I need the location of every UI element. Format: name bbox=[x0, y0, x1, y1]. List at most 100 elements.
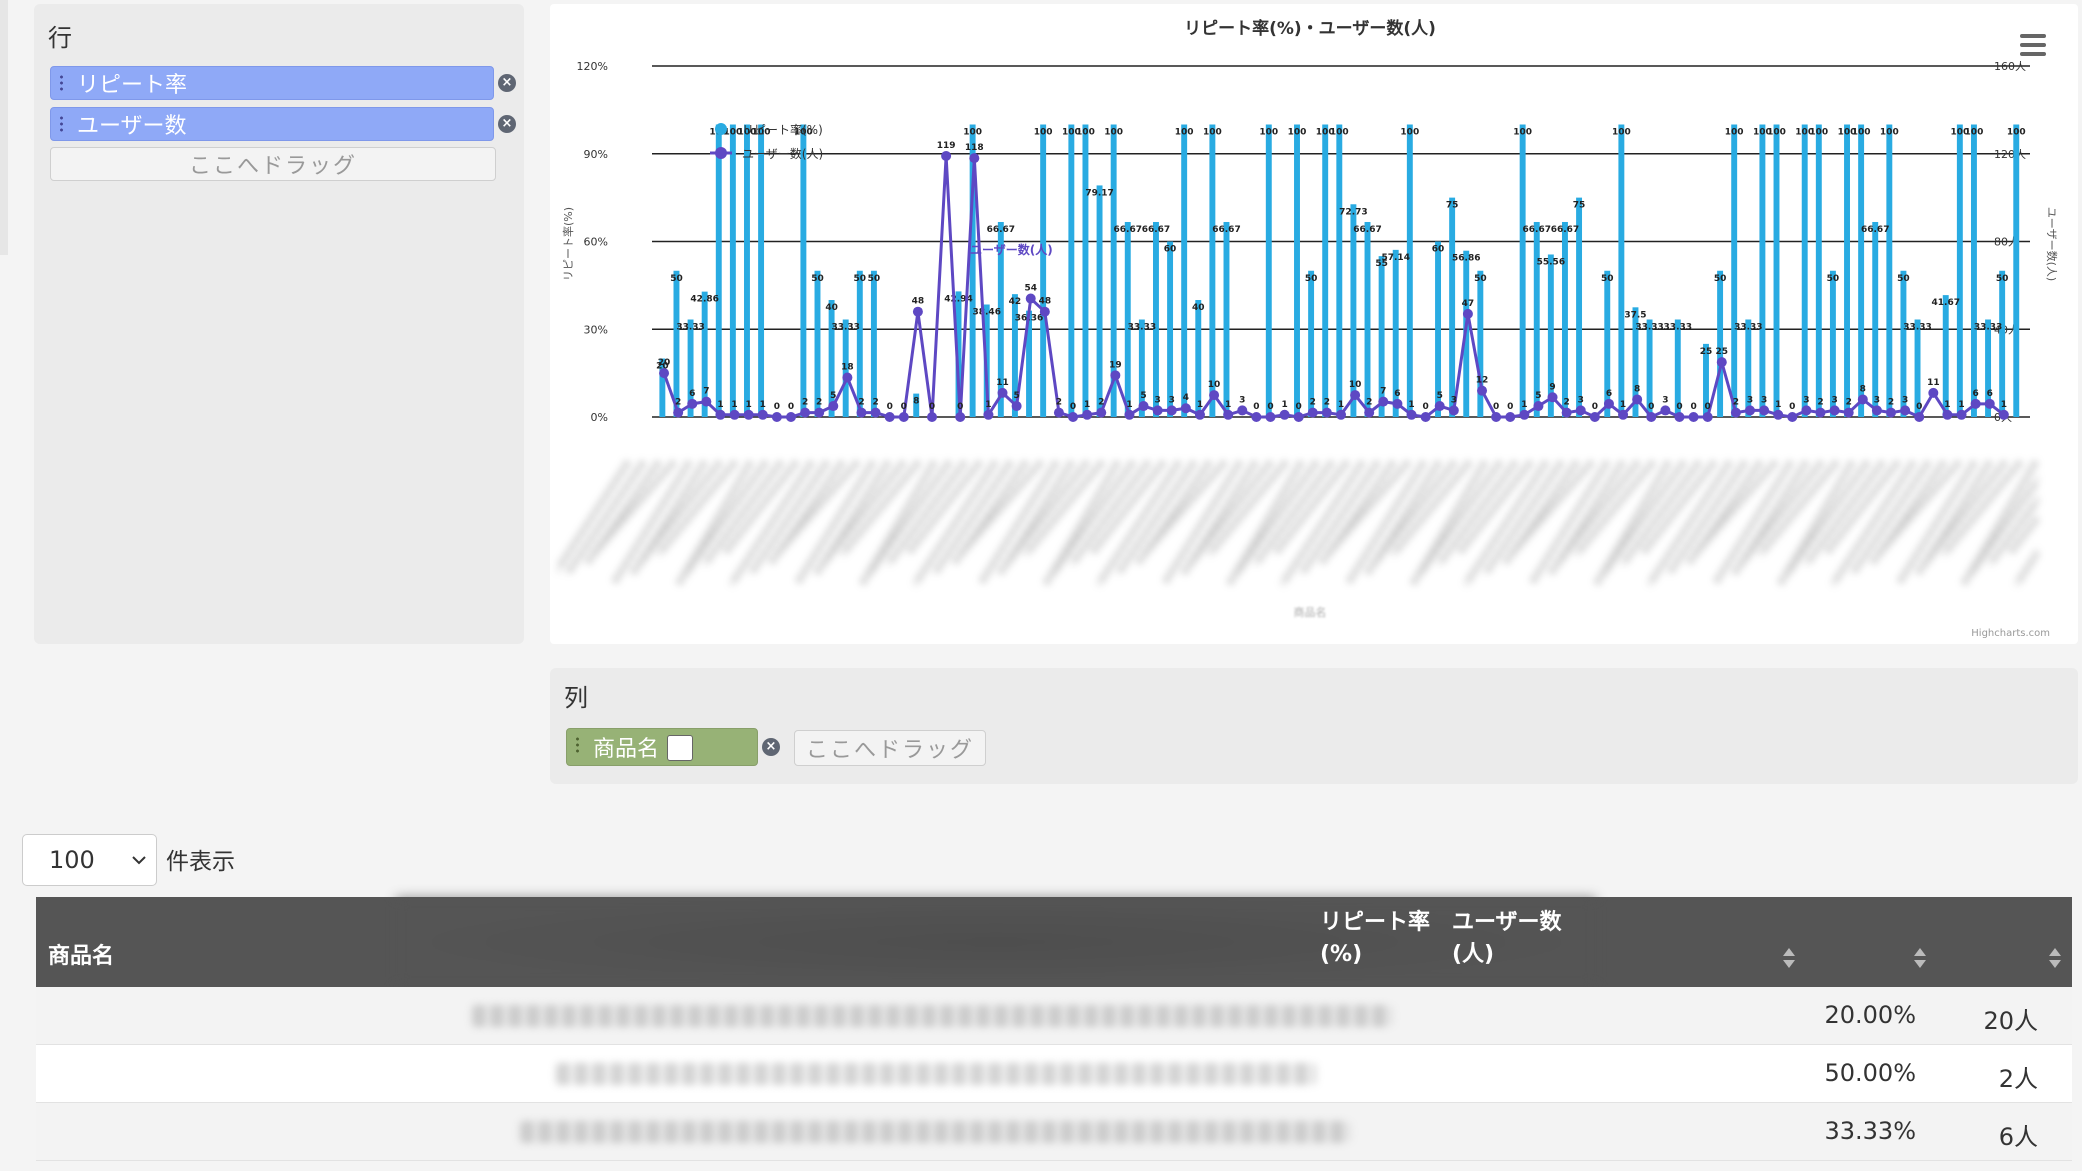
bar bbox=[856, 270, 863, 417]
row-field-repeat-rate[interactable]: リピート率 bbox=[50, 66, 494, 100]
bar bbox=[1068, 124, 1075, 417]
field-label: リピート率 bbox=[77, 73, 188, 98]
bar-value-label: 100 bbox=[1612, 128, 1631, 138]
line-point bbox=[927, 412, 938, 422]
bar bbox=[1308, 270, 1315, 417]
line-value-label: 1 bbox=[731, 400, 737, 410]
line-value-label: 0 bbox=[1507, 402, 1513, 412]
table-row[interactable]: 50.00% 2人 bbox=[36, 1045, 2072, 1103]
line-point bbox=[1900, 405, 1911, 416]
line-point bbox=[1336, 409, 1346, 420]
line-value-label: 54 bbox=[1024, 284, 1037, 294]
line-point bbox=[1251, 412, 1262, 422]
row-panel: 行 リピート率 × ユーザー数 × ここへドラッグ bbox=[34, 4, 524, 644]
row-drop-zone[interactable]: ここへドラッグ bbox=[50, 147, 496, 181]
remove-field-repeat-rate-button[interactable]: × bbox=[498, 74, 516, 92]
column-header-repeat-rate[interactable]: リピート率(%) bbox=[1320, 907, 1450, 971]
bar-value-label: 33.33 bbox=[1974, 323, 2002, 333]
line-value-label: 6 bbox=[1606, 389, 1612, 399]
line-point bbox=[1533, 401, 1544, 412]
bar-value-label: 66.67 bbox=[1212, 225, 1240, 235]
hamburger-menu-icon[interactable] bbox=[2020, 34, 2046, 56]
line-value-label: 119 bbox=[937, 141, 956, 151]
x-tick-label-blurred bbox=[611, 460, 692, 586]
drag-handle-icon[interactable] bbox=[59, 115, 64, 133]
line-point bbox=[1942, 409, 1953, 420]
line-value-label: 9 bbox=[1549, 382, 1555, 392]
bar bbox=[1886, 124, 1893, 417]
x-tick-label-blurred bbox=[867, 460, 952, 576]
line-point bbox=[1491, 412, 1502, 422]
table-row[interactable]: 33.33% 6人 bbox=[36, 1103, 2072, 1161]
line-point bbox=[785, 412, 796, 422]
bar bbox=[1519, 124, 1526, 417]
bar bbox=[1265, 124, 1272, 417]
legend-item-user-count[interactable]: ユーザー数(人) bbox=[742, 146, 823, 161]
sort-icon[interactable] bbox=[1782, 947, 1796, 969]
bar-value-label: 50 bbox=[1601, 274, 1614, 284]
line-value-label: 5 bbox=[830, 391, 836, 401]
table-row[interactable]: 20.00% 20人 bbox=[36, 987, 2072, 1045]
line-point bbox=[1448, 405, 1459, 416]
bar-value-label: 56.86 bbox=[1452, 254, 1480, 264]
x-tick-label-blurred bbox=[1529, 460, 1610, 586]
line-value-label: 5 bbox=[1013, 391, 1019, 401]
x-axis-title: 商品名 bbox=[1294, 605, 1327, 619]
column-header-product-name[interactable]: 商品名 bbox=[48, 941, 114, 973]
bar-value-label: 50 bbox=[670, 274, 683, 284]
user-count-cell: 20人 bbox=[1983, 1007, 2038, 1035]
column-header-user-count[interactable]: ユーザー数(人) bbox=[1452, 907, 1572, 971]
line-point bbox=[1998, 409, 2009, 420]
x-tick-label-blurred bbox=[1418, 460, 1503, 576]
drag-handle-icon[interactable] bbox=[59, 74, 64, 92]
line-value-label: 10 bbox=[1349, 380, 1362, 390]
bar-value-label: 40 bbox=[825, 303, 838, 313]
field-checkbox[interactable] bbox=[667, 735, 693, 761]
line-value-label: 5 bbox=[1140, 391, 1146, 401]
line-point bbox=[1420, 412, 1431, 422]
remove-field-user-count-button[interactable]: × bbox=[498, 115, 516, 133]
line-value-label: 3 bbox=[1169, 395, 1175, 405]
line-point bbox=[1505, 412, 1516, 422]
column-drop-zone[interactable]: ここへドラッグ bbox=[794, 730, 986, 766]
row-field-user-count[interactable]: ユーザー数 bbox=[50, 107, 494, 141]
line-point bbox=[1096, 407, 1107, 418]
sort-icon[interactable] bbox=[2048, 947, 2062, 969]
bar-value-label: 57.14 bbox=[1381, 253, 1409, 263]
line-value-label: 18 bbox=[841, 363, 854, 373]
line-point bbox=[1166, 405, 1177, 416]
drag-handle-icon[interactable] bbox=[575, 736, 580, 754]
remove-field-product-name-button[interactable]: × bbox=[762, 738, 780, 756]
line-value-label: 1 bbox=[1775, 400, 1781, 410]
chart-credits[interactable]: Highcharts.com bbox=[1971, 628, 2050, 639]
line-value-label: 3 bbox=[1747, 395, 1753, 405]
y-axis-left-title: リピート率(%) bbox=[561, 207, 575, 281]
y-tick-label: 30% bbox=[584, 323, 608, 336]
line-point bbox=[1180, 403, 1191, 414]
line-point bbox=[969, 153, 980, 164]
bar-value-label: 75 bbox=[1446, 201, 1459, 211]
x-tick-label-blurred bbox=[1601, 460, 1686, 576]
bar-value-label: 37.5 bbox=[1624, 310, 1646, 320]
line-point bbox=[1279, 409, 1290, 420]
bar-value-label: 50 bbox=[868, 274, 881, 284]
sort-icon[interactable] bbox=[1913, 947, 1927, 969]
line-point bbox=[1815, 407, 1826, 418]
legend-item-repeat-rate[interactable]: リピート率(%) bbox=[742, 122, 823, 137]
bar bbox=[1731, 124, 1738, 417]
line-value-label: 3 bbox=[1662, 395, 1668, 405]
line-point bbox=[1928, 387, 1939, 398]
column-field-product-name[interactable]: 商品名 bbox=[566, 728, 758, 766]
x-axis-category-labels-blurred bbox=[558, 460, 2038, 586]
bar-value-label: 50 bbox=[1897, 274, 1910, 284]
bar-value-label: 33.33 bbox=[1734, 323, 1762, 333]
legend-bar-marker bbox=[715, 123, 727, 135]
table-header: 商品名 リピート率(%) ユーザー数(人) bbox=[36, 897, 2072, 987]
chart-card: リピート率(%)・ユーザー数(人) 0%30%60%90%120% 0人40人8… bbox=[550, 4, 2078, 644]
line-value-label: 3 bbox=[1578, 395, 1584, 405]
line-value-label: 1 bbox=[1084, 400, 1090, 410]
line-value-label: 7 bbox=[1380, 387, 1386, 397]
line-point bbox=[1053, 407, 1064, 418]
x-tick-label-blurred bbox=[683, 460, 768, 576]
page-size-select[interactable]: 100 bbox=[22, 834, 157, 886]
